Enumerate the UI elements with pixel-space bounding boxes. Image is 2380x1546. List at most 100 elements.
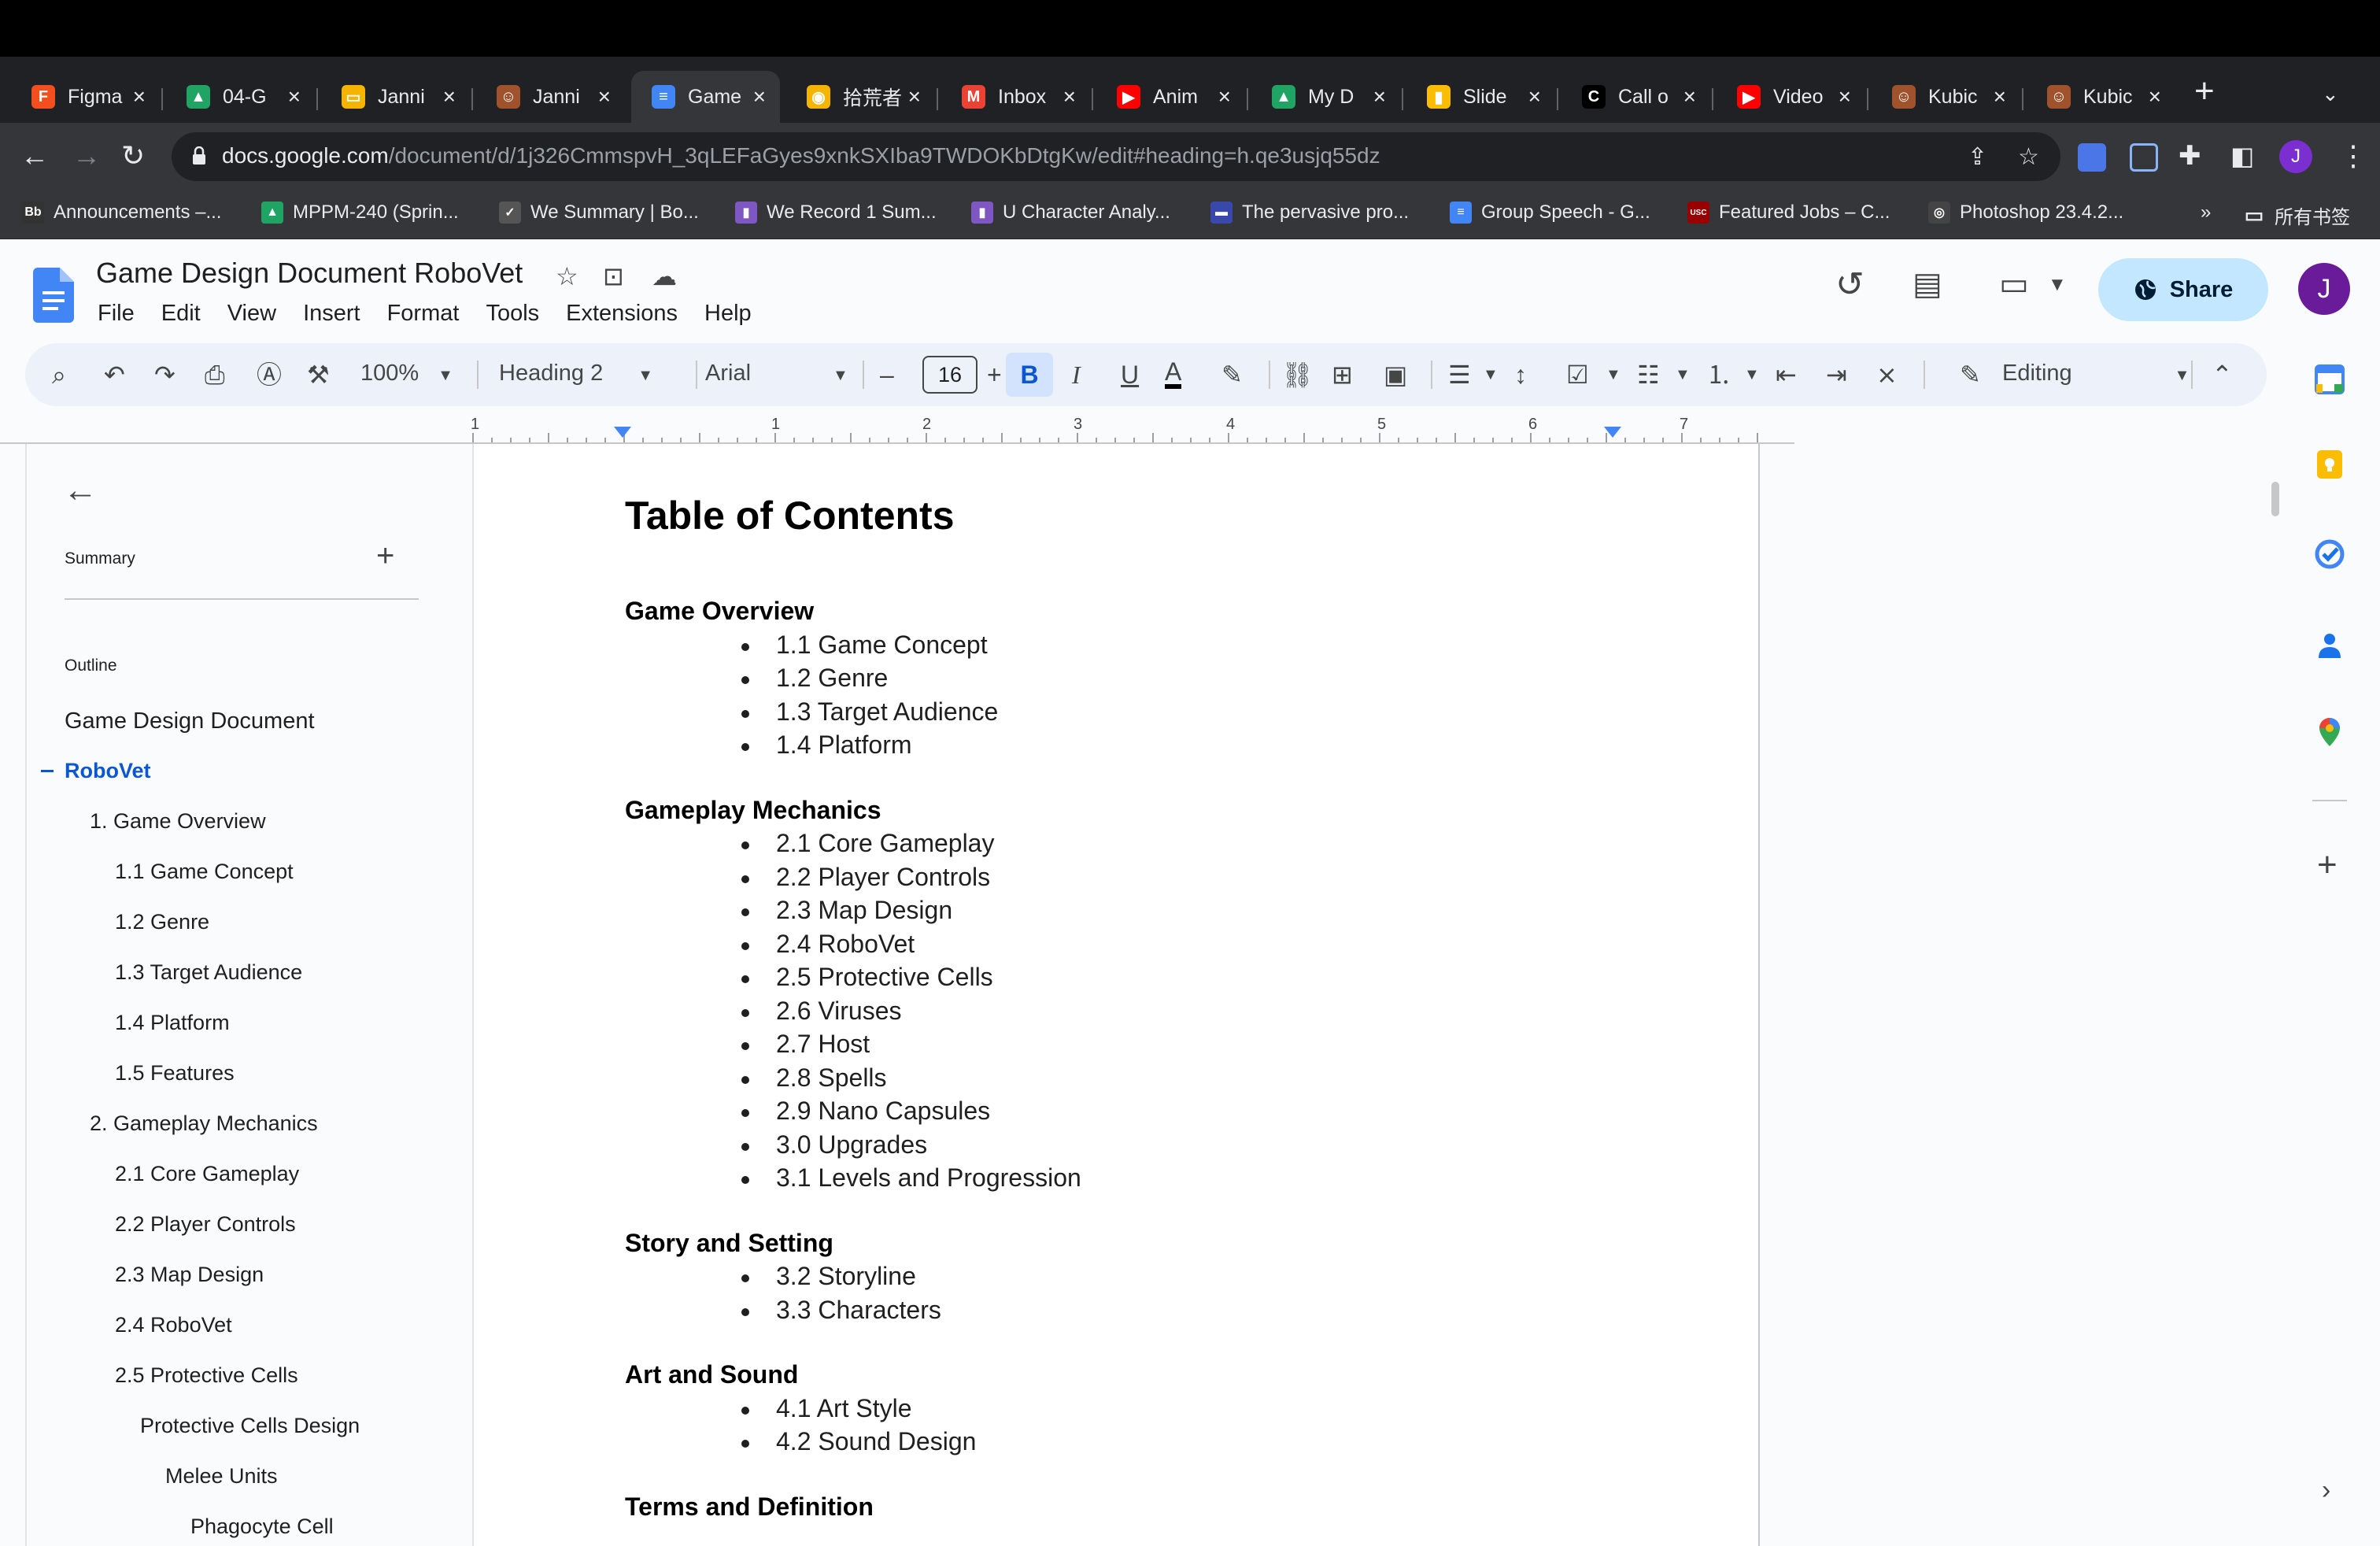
- toc-link[interactable]: 2.2 Player Controls: [776, 863, 990, 892]
- print-icon[interactable]: ⎙: [205, 359, 225, 390]
- calendar-icon[interactable]: [2314, 364, 2345, 395]
- browser-tab[interactable]: M Inbox ×: [941, 71, 1090, 123]
- bookmark-item[interactable]: ▮ U Character Analy...: [971, 202, 1170, 224]
- tab-close-icon[interactable]: ×: [1063, 84, 1076, 109]
- share-button[interactable]: Share: [2098, 258, 2268, 321]
- all-bookmarks-folder[interactable]: ▭ 所有书签: [2243, 202, 2350, 229]
- toc-link[interactable]: 2.6 Viruses: [776, 997, 902, 1026]
- back-arrow-icon[interactable]: ←: [20, 140, 49, 172]
- toc-link[interactable]: 1.3 Target Audience: [776, 697, 998, 727]
- outline-item[interactable]: 1.2 Genre: [115, 910, 209, 934]
- browser-tab[interactable]: F Figma ×: [11, 71, 160, 123]
- clear-formatting-icon[interactable]: ⨯: [1876, 359, 1898, 390]
- outline-item[interactable]: 2.4 RoboVet: [115, 1313, 232, 1337]
- bookmark-item[interactable]: ▬ The pervasive pro...: [1210, 202, 1409, 224]
- toc-link[interactable]: 3.2 Storyline: [776, 1262, 916, 1291]
- bookmark-item[interactable]: USC Featured Jobs – C...: [1687, 202, 1890, 224]
- keep-icon[interactable]: [2314, 449, 2345, 480]
- align-icon[interactable]: ☰: [1448, 359, 1471, 390]
- italic-button[interactable]: I: [1072, 359, 1081, 390]
- tab-close-icon[interactable]: ×: [2149, 84, 2161, 109]
- tab-close-icon[interactable]: ×: [133, 84, 146, 109]
- page-scrollbar-thumb[interactable]: [2271, 482, 2279, 516]
- outline-item[interactable]: 1.3 Target Audience: [115, 960, 302, 985]
- tasks-icon[interactable]: [2314, 538, 2345, 570]
- toc-link[interactable]: 3.1 Levels and Progression: [776, 1163, 1081, 1193]
- toc-link[interactable]: 2.5 Protective Cells: [776, 963, 993, 992]
- document-title[interactable]: Game Design Document RoboVet: [96, 257, 523, 290]
- bookmark-star-icon[interactable]: ☆: [2018, 143, 2039, 171]
- star-icon[interactable]: ☆: [556, 261, 578, 291]
- new-tab-button[interactable]: +: [2194, 74, 2215, 109]
- tab-close-icon[interactable]: ×: [288, 84, 301, 109]
- browser-tab[interactable]: ☺ Kubic ×: [1872, 71, 2020, 123]
- address-bar[interactable]: docs.google.com/document/d/1j326CmmspvH_…: [172, 132, 2060, 181]
- bookmark-item[interactable]: ≡ Group Speech - G...: [1450, 202, 1650, 224]
- browser-tab[interactable]: ▭ Janni ×: [321, 71, 470, 123]
- font-size-input[interactable]: 16: [922, 356, 978, 394]
- browser-tab[interactable]: C Call o ×: [1561, 71, 1710, 123]
- increase-indent-icon[interactable]: ⇥: [1826, 359, 1847, 390]
- outline-item[interactable]: Game Design Document: [65, 708, 315, 734]
- menu-view[interactable]: View: [227, 301, 276, 327]
- browser-profile-avatar[interactable]: J: [2279, 140, 2312, 173]
- menu-help[interactable]: Help: [704, 301, 752, 327]
- toc-link[interactable]: 2.8 Spells: [776, 1063, 887, 1093]
- redo-icon[interactable]: ↷: [154, 359, 176, 390]
- highlight-color-icon[interactable]: ✎: [1221, 359, 1243, 390]
- bookmark-item[interactable]: ▲ MPPM-240 (Sprin...: [261, 202, 459, 224]
- browser-tab[interactable]: ▶ Video ×: [1717, 71, 1865, 123]
- left-indent-marker[interactable]: [614, 427, 631, 438]
- chevron-down-icon[interactable]: ▼: [1483, 359, 1499, 390]
- toc-link[interactable]: 2.7 Host: [776, 1030, 870, 1059]
- toc-link[interactable]: 3.0 Upgrades: [776, 1130, 927, 1160]
- docs-logo-icon[interactable]: [33, 268, 74, 323]
- outline-item[interactable]: 2.3 Map Design: [115, 1263, 264, 1287]
- browser-tab[interactable]: ▶ Anim ×: [1096, 71, 1245, 123]
- chevron-down-icon[interactable]: ▼: [1744, 359, 1760, 390]
- close-outline-arrow-icon[interactable]: ←: [63, 471, 98, 510]
- menu-format[interactable]: Format: [387, 301, 460, 327]
- toc-link[interactable]: 2.4 RoboVet: [776, 930, 915, 959]
- outline-item[interactable]: 2.2 Player Controls: [115, 1212, 296, 1237]
- menu-edit[interactable]: Edit: [161, 301, 201, 327]
- show-side-panel-chevron-icon[interactable]: ›: [2322, 1475, 2330, 1506]
- account-avatar[interactable]: J: [2298, 263, 2350, 315]
- insert-link-icon[interactable]: ⛓: [1281, 359, 1314, 390]
- contacts-icon[interactable]: [2314, 630, 2345, 661]
- undo-icon[interactable]: ↶: [104, 359, 125, 390]
- bold-button[interactable]: B: [1006, 353, 1053, 397]
- menu-tools[interactable]: Tools: [486, 301, 539, 327]
- version-history-icon[interactable]: ↺: [1835, 264, 1864, 305]
- search-menus-icon[interactable]: ⌕: [52, 359, 66, 390]
- cup-extension-icon[interactable]: [2130, 143, 2158, 172]
- toc-link[interactable]: 4.2 Sound Design: [776, 1427, 976, 1456]
- browser-tab[interactable]: ▲ My D ×: [1251, 71, 1400, 123]
- forward-arrow-icon[interactable]: →: [72, 140, 101, 172]
- decrease-indent-icon[interactable]: ⇤: [1776, 359, 1797, 390]
- line-spacing-icon[interactable]: ↕: [1514, 359, 1527, 390]
- browser-tab[interactable]: ≡ Game ×: [631, 71, 780, 123]
- decrease-font-size-icon[interactable]: –: [880, 359, 894, 390]
- outline-item[interactable]: Melee Units: [165, 1464, 278, 1489]
- font-select[interactable]: Arial ▼: [705, 361, 848, 386]
- numbered-list-icon[interactable]: ⒈: [1706, 359, 1731, 390]
- outline-item[interactable]: Phagocyte Cell: [190, 1515, 334, 1539]
- browser-tab[interactable]: ▲ 04-G ×: [166, 71, 315, 123]
- menu-insert[interactable]: Insert: [303, 301, 360, 327]
- tab-close-icon[interactable]: ×: [1683, 84, 1696, 109]
- browser-tab[interactable]: ▮ Slide ×: [1406, 71, 1555, 123]
- outline-item[interactable]: 2.1 Core Gameplay: [115, 1162, 299, 1186]
- tab-close-icon[interactable]: ×: [598, 84, 611, 109]
- tab-close-icon[interactable]: ×: [1218, 84, 1231, 109]
- tab-close-icon[interactable]: ×: [1528, 84, 1541, 109]
- right-indent-marker[interactable]: [1604, 427, 1621, 438]
- editing-mode-select[interactable]: Editing ▼: [2002, 361, 2190, 386]
- menu-extensions[interactable]: Extensions: [566, 301, 678, 327]
- outline-item[interactable]: Protective Cells Design: [140, 1414, 360, 1438]
- tab-close-icon[interactable]: ×: [1994, 84, 2006, 109]
- toc-link[interactable]: 3.3 Characters: [776, 1296, 941, 1325]
- outline-item[interactable]: 1.1 Game Concept: [115, 860, 294, 884]
- tab-close-icon[interactable]: ×: [1373, 84, 1386, 109]
- document-page[interactable]: Table of Contents Game Overview 1.1 Game …: [474, 444, 1760, 1546]
